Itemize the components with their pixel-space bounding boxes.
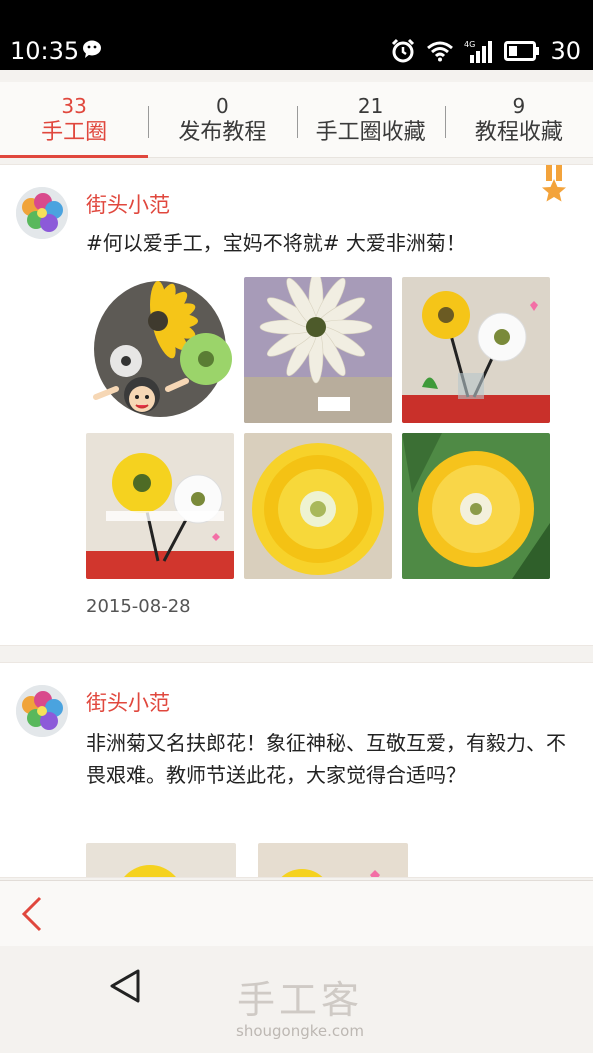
post-photo[interactable]: [244, 277, 392, 423]
avatar[interactable]: [16, 187, 68, 239]
tab-label: 教程收藏: [474, 120, 563, 145]
tab-count: 33: [61, 94, 87, 118]
medal-icon: [542, 165, 566, 202]
back-arrow-icon[interactable]: [18, 895, 46, 933]
post-photo[interactable]: [86, 433, 234, 579]
post-photo[interactable]: [402, 433, 550, 579]
tab-tutorial-favorites[interactable]: 9 教程收藏: [444, 82, 593, 157]
alarm-icon: [392, 38, 415, 63]
post-photo[interactable]: [244, 433, 392, 579]
watermark: 手工客 shougongke.com: [230, 978, 370, 1040]
photo-grid: [86, 277, 550, 579]
status-bar: 10:35 4G 30: [0, 0, 593, 70]
bottom-back-bar: [0, 880, 593, 946]
post-photo[interactable]: [402, 277, 550, 423]
battery-icon: [504, 41, 540, 61]
network-type: 4G: [464, 40, 475, 49]
photo-grid: [86, 843, 408, 877]
system-nav-bar: 手工客 shougongke.com: [0, 946, 593, 1053]
wifi-icon: [427, 41, 454, 62]
profile-tabs: 33 手工圈 0 发布教程 21 手工圈收藏 9 教程收藏: [0, 82, 593, 158]
status-icons: 4G 30: [390, 36, 581, 66]
wechat-icon: [83, 40, 101, 58]
watermark-brand: 手工客: [236, 978, 363, 1022]
watermark-url: shougongke.com: [236, 1022, 364, 1040]
avatar-image: [16, 685, 68, 737]
username[interactable]: 街头小范: [86, 191, 170, 219]
tab-count: 21: [357, 94, 384, 118]
tab-circle-favorites[interactable]: 21 手工圈收藏: [296, 82, 445, 157]
avatar-image: [16, 187, 68, 239]
signal-icon: 4G: [464, 40, 493, 63]
status-time: 10:35: [10, 37, 80, 65]
tab-count: 0: [216, 94, 229, 118]
post-photo[interactable]: [86, 843, 236, 877]
post-text: #何以爱手工，宝妈不将就# 大爱非洲菊！: [86, 231, 466, 255]
avatar[interactable]: [16, 685, 68, 737]
tab-label: 手工圈: [41, 120, 108, 145]
post-photo[interactable]: [258, 843, 408, 877]
tab-count: 9: [512, 94, 526, 118]
tab-label: 手工圈收藏: [315, 120, 426, 145]
tab-published-tutorials[interactable]: 0 发布教程: [148, 82, 296, 157]
nav-back-icon[interactable]: [108, 968, 142, 1004]
post-photo[interactable]: [86, 277, 234, 423]
tab-handcraft-circle[interactable]: 33 手工圈: [0, 82, 149, 158]
tab-label: 发布教程: [178, 120, 267, 145]
battery-level: 30: [550, 37, 581, 65]
post-date: 2015-08-28: [86, 596, 191, 617]
post-card[interactable]: 街头小范 非洲菊又名扶郎花！象征神秘、互敬互爱，有毅力、不畏艰难。教师节送此花，…: [0, 662, 593, 878]
post-card[interactable]: 街头小范 #何以爱手工，宝妈不将就# 大爱非洲菊！ 2015-08-28: [0, 164, 593, 646]
post-text: 非洲菊又名扶郎花！象征神秘、互敬互爱，有毅力、不畏艰难。教师节送此花，大家觉得合…: [86, 731, 566, 787]
username[interactable]: 街头小范: [86, 689, 170, 717]
